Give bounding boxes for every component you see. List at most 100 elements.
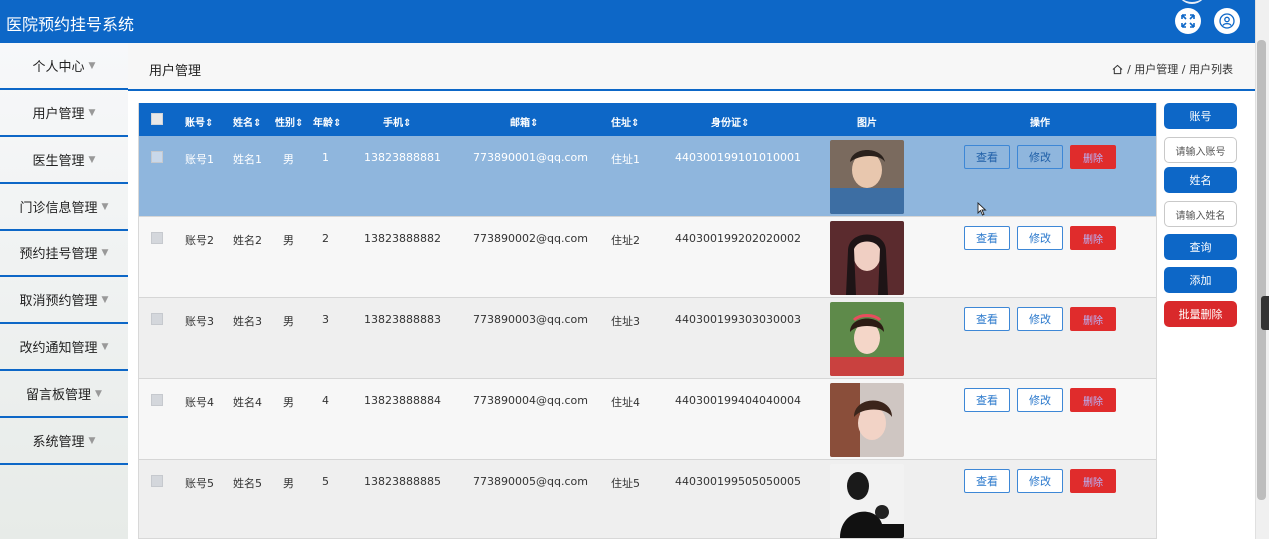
cell-phone: 13823888883 xyxy=(364,313,441,326)
edit-button[interactable]: 修改 xyxy=(1017,469,1063,493)
row-checkbox[interactable] xyxy=(151,475,163,487)
cell-idcard: 440300199303030003 xyxy=(675,313,801,326)
user-icon[interactable] xyxy=(1214,8,1240,34)
sidebar-item-doctor-management[interactable]: 医生管理 ▼ xyxy=(0,137,128,184)
cell-address: 住址3 xyxy=(611,315,640,328)
table-row[interactable]: 账号1 姓名1 男 1 13823888881 773890001@qq.com… xyxy=(139,136,1156,217)
cell-phone: 13823888881 xyxy=(364,151,441,164)
sidebar-item-label: 用户管理 xyxy=(32,107,85,122)
sidebar-item-clinic-info-management[interactable]: 门诊信息管理 ▼ xyxy=(0,184,128,231)
caret-down-icon: ▼ xyxy=(101,294,109,305)
column-header-gender[interactable]: 性别⇕ xyxy=(275,114,303,129)
row-checkbox[interactable] xyxy=(151,151,163,163)
column-header-address[interactable]: 住址⇕ xyxy=(611,114,639,129)
user-photo[interactable] xyxy=(830,464,904,538)
batch-delete-button[interactable]: 批量删除 xyxy=(1164,301,1237,327)
sidebar-item-label: 留言板管理 xyxy=(26,388,92,403)
table-row[interactable]: 账号4 姓名4 男 4 13823888884 773890004@qq.com… xyxy=(139,379,1156,460)
column-header-phone[interactable]: 手机⇕ xyxy=(383,114,411,129)
column-header-picture: 图片 xyxy=(857,118,877,129)
edit-button[interactable]: 修改 xyxy=(1017,226,1063,250)
edit-button[interactable]: 修改 xyxy=(1017,145,1063,169)
table-header: 账号⇕ 姓名⇕ 性别⇕ 年龄⇕ 手机⇕ 邮箱⇕ 住址⇕ 身份证⇕ 图片 操作 xyxy=(139,103,1156,136)
delete-button[interactable]: 删除 xyxy=(1070,469,1116,493)
table-row[interactable]: 账号5 姓名5 男 5 13823888885 773890005@qq.com… xyxy=(139,460,1156,538)
user-photo[interactable] xyxy=(830,302,904,376)
page-title: 用户管理 xyxy=(149,64,202,79)
fullscreen-icon[interactable] xyxy=(1175,8,1201,34)
name-search-input[interactable]: 请输入姓名 xyxy=(1164,201,1237,227)
column-header-idcard[interactable]: 身份证⇕ xyxy=(711,114,749,129)
breadcrumb-path[interactable]: / 用户管理 / 用户列表 xyxy=(1127,61,1233,77)
row-checkbox[interactable] xyxy=(151,232,163,244)
view-button[interactable]: 查看 xyxy=(964,226,1010,250)
row-checkbox[interactable] xyxy=(151,394,163,406)
account-search-input[interactable]: 请输入账号 xyxy=(1164,137,1237,163)
cell-idcard: 440300199505050005 xyxy=(675,475,801,488)
cell-account: 账号1 xyxy=(185,153,214,166)
cell-gender: 男 xyxy=(283,234,294,247)
delete-button[interactable]: 删除 xyxy=(1070,307,1116,331)
cell-age: 5 xyxy=(322,475,329,488)
view-button[interactable]: 查看 xyxy=(964,145,1010,169)
select-all-checkbox[interactable] xyxy=(151,113,163,125)
sidebar-item-label: 取消预约管理 xyxy=(19,294,98,309)
user-photo[interactable] xyxy=(830,221,904,295)
delete-button[interactable]: 删除 xyxy=(1070,226,1116,250)
sidebar-item-reschedule-notice-management[interactable]: 改约通知管理 ▼ xyxy=(0,324,128,371)
cell-gender: 男 xyxy=(283,477,294,490)
sidebar: 个人中心 ▼ 用户管理 ▼ 医生管理 ▼ 门诊信息管理 ▼ 预约挂号管理 ▼ 取消预约管理… xyxy=(0,43,128,539)
query-button[interactable]: 查询 xyxy=(1164,234,1237,260)
cell-age: 2 xyxy=(322,232,329,245)
sidebar-item-cancel-appointment-management[interactable]: 取消预约管理 ▼ xyxy=(0,277,128,324)
sidebar-item-label: 医生管理 xyxy=(32,154,85,169)
view-button[interactable]: 查看 xyxy=(964,388,1010,412)
caret-down-icon: ▼ xyxy=(95,388,102,399)
caret-down-icon: ▼ xyxy=(88,435,96,446)
caret-down-icon: ▼ xyxy=(88,154,96,165)
mouse-cursor-icon xyxy=(977,202,987,216)
scrollbar-thumb[interactable] xyxy=(1257,40,1266,500)
top-arc-decoration xyxy=(1177,0,1207,4)
name-label-button[interactable]: 姓名 xyxy=(1164,167,1237,193)
caret-down-icon: ▼ xyxy=(101,247,109,258)
column-header-name[interactable]: 姓名⇕ xyxy=(233,114,261,129)
add-button[interactable]: 添加 xyxy=(1164,267,1237,293)
sidebar-item-label: 门诊信息管理 xyxy=(19,201,98,216)
view-button[interactable]: 查看 xyxy=(964,469,1010,493)
column-header-age[interactable]: 年龄⇕ xyxy=(313,114,341,129)
user-photo[interactable] xyxy=(830,140,904,214)
table-row[interactable]: 账号2 姓名2 男 2 13823888882 773890002@qq.com… xyxy=(139,217,1156,298)
table-row[interactable]: 账号3 姓名3 男 3 13823888883 773890003@qq.com… xyxy=(139,298,1156,379)
user-table: 账号⇕ 姓名⇕ 性别⇕ 年龄⇕ 手机⇕ 邮箱⇕ 住址⇕ 身份证⇕ 图片 操作 账… xyxy=(138,103,1157,539)
edit-button[interactable]: 修改 xyxy=(1017,388,1063,412)
row-checkbox[interactable] xyxy=(151,313,163,325)
sidebar-item-user-management[interactable]: 用户管理 ▼ xyxy=(0,90,128,137)
breadcrumb: / 用户管理 / 用户列表 xyxy=(1112,61,1233,77)
home-icon[interactable] xyxy=(1112,64,1123,75)
view-button[interactable]: 查看 xyxy=(964,307,1010,331)
column-header-account[interactable]: 账号⇕ xyxy=(185,114,213,129)
user-photo[interactable] xyxy=(830,383,904,457)
sidebar-item-label: 预约挂号管理 xyxy=(19,247,98,262)
sidebar-item-message-board-management[interactable]: 留言板管理 ▼ xyxy=(0,371,128,418)
collapse-handle[interactable] xyxy=(1261,296,1269,330)
caret-down-icon: ▼ xyxy=(88,60,96,71)
cell-account: 账号3 xyxy=(185,315,214,328)
account-label-button[interactable]: 账号 xyxy=(1164,103,1237,129)
edit-button[interactable]: 修改 xyxy=(1017,307,1063,331)
cell-idcard: 440300199202020002 xyxy=(675,232,801,245)
sidebar-item-label: 个人中心 xyxy=(32,60,85,75)
delete-button[interactable]: 删除 xyxy=(1070,145,1116,169)
cell-email: 773890001@qq.com xyxy=(473,151,588,164)
column-header-email[interactable]: 邮箱⇕ xyxy=(510,114,538,129)
cell-address: 住址5 xyxy=(611,477,640,490)
sidebar-item-personal-center[interactable]: 个人中心 ▼ xyxy=(0,43,128,90)
cell-account: 账号4 xyxy=(185,396,214,409)
cell-phone: 13823888882 xyxy=(364,232,441,245)
caret-down-icon: ▼ xyxy=(88,107,96,118)
delete-button[interactable]: 删除 xyxy=(1070,388,1116,412)
sidebar-item-system-management[interactable]: 系统管理 ▼ xyxy=(0,418,128,465)
sidebar-item-appointment-management[interactable]: 预约挂号管理 ▼ xyxy=(0,230,128,277)
cell-name: 姓名5 xyxy=(233,477,262,490)
